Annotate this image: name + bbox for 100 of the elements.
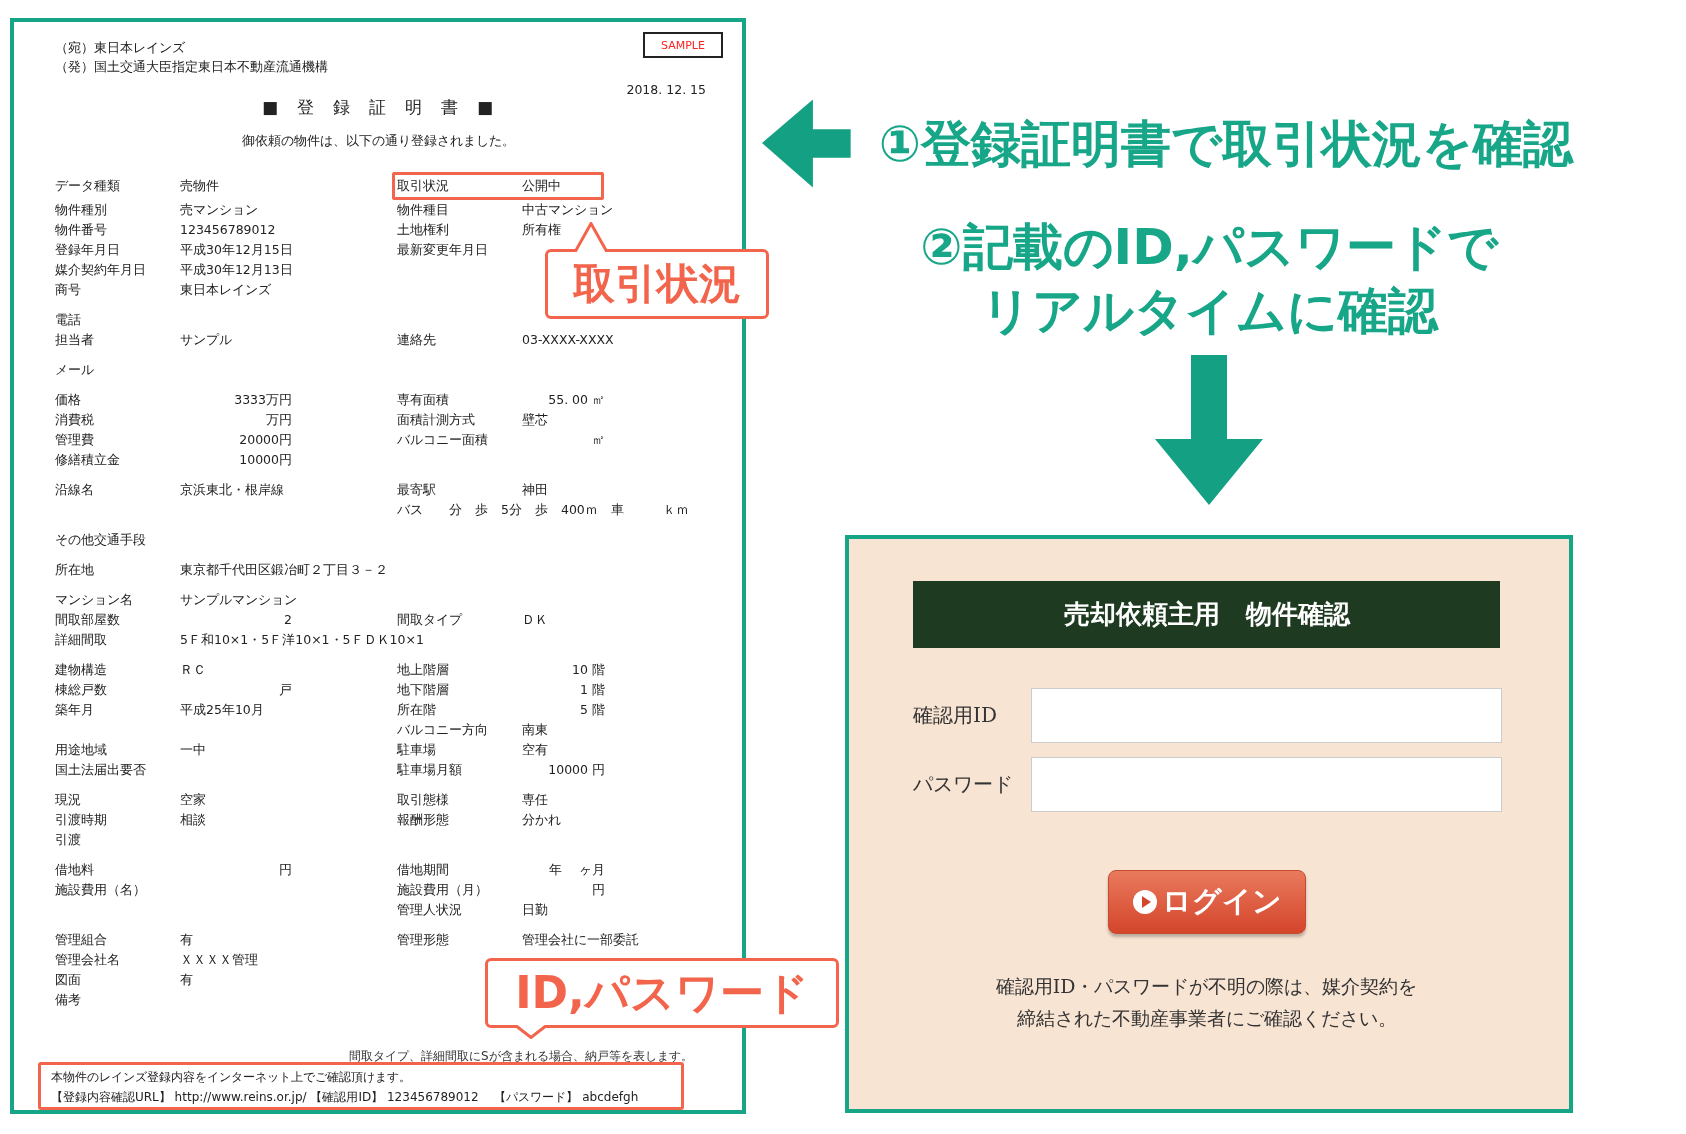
- field-label: 備考: [55, 991, 82, 1009]
- field-label: 棟総戸数: [55, 681, 108, 699]
- field-label: 管理組合: [55, 931, 108, 949]
- field-value: 2: [283, 611, 292, 629]
- field-label: 商号: [55, 281, 82, 299]
- field-label: 電話: [55, 311, 82, 329]
- field-value: ＸＸＸＸ管理: [180, 951, 258, 969]
- field-label: 登録年月日: [55, 241, 121, 259]
- login-info-text: 本物件のレインズ登録内容をインターネット上でご確認頂けます。: [51, 1069, 412, 1086]
- field-label: 施設費用（月）: [397, 881, 489, 899]
- field-value: 123456789012: [180, 221, 276, 239]
- field-label: バルコニー面積: [397, 431, 489, 449]
- field-value: バス 分 歩 5分 歩 400ｍ 車 ｋｍ: [397, 501, 689, 519]
- field-label: 連絡先: [397, 331, 437, 349]
- field-value: 万円: [265, 411, 292, 429]
- field-label: 担当者: [55, 331, 95, 349]
- field-label: 土地権利: [397, 221, 450, 239]
- field-label: 物件種別: [55, 201, 108, 219]
- field-label: 価格: [55, 391, 82, 409]
- help-text: 締結された不動産事業者にご確認ください。: [1016, 1006, 1397, 1031]
- field-value: 5 階: [579, 701, 605, 719]
- field-value: 有: [180, 931, 193, 949]
- play-icon: [1131, 889, 1158, 915]
- field-label: 物件種目: [397, 201, 450, 219]
- field-value: 京浜東北・根岸線: [180, 481, 284, 499]
- field-label: 借地料: [55, 861, 95, 879]
- field-value: 1 階: [579, 681, 605, 699]
- login-button[interactable]: ログイン: [1107, 870, 1306, 934]
- field-label: 建物構造: [55, 661, 108, 679]
- field-value: 55. 00 ㎡: [547, 391, 605, 409]
- field-label: 消費税: [55, 411, 95, 429]
- field-label: 駐車場月額: [397, 761, 463, 779]
- field-value: サンプルマンション: [180, 591, 297, 609]
- field-value: 平成25年10月: [180, 701, 264, 719]
- field-value: 公開中: [522, 177, 561, 195]
- field-label: 国土法届出要否: [55, 761, 147, 779]
- field-label: 地下階層: [397, 681, 450, 699]
- field-label: マンション名: [55, 591, 134, 609]
- sender-text: （発）国土交通大臣指定東日本不動産流通機構: [55, 58, 328, 76]
- field-label: 間取部屋数: [55, 611, 121, 629]
- callout-label: 取引状況: [545, 249, 769, 319]
- field-value: 戸: [278, 681, 292, 699]
- login-info-text: 【登録内容確認URL】 http://www.reins.or.jp/ 【確認用ID】 123456789012 【パスワード】 abcdefgh: [51, 1089, 640, 1106]
- field-label: 管理会社名: [55, 951, 121, 969]
- field-value: 南東: [522, 721, 548, 739]
- field-label: バルコニー方向: [397, 721, 489, 739]
- field-value: 所有権: [522, 221, 561, 239]
- field-value: 空家: [180, 791, 206, 809]
- field-value: 売物件: [180, 177, 219, 195]
- field-value: 売マンション: [180, 201, 258, 219]
- field-value: ㎡: [591, 431, 605, 449]
- field-label: 管理人状況: [397, 901, 463, 919]
- field-value: 管理会社に一部委託: [522, 931, 639, 949]
- field-label: 引渡: [55, 831, 82, 849]
- field-value: ＲＣ: [180, 661, 206, 679]
- field-label: 現況: [55, 791, 82, 809]
- field-value: 平成30年12月13日: [180, 261, 293, 279]
- step-heading: ①登録証明書で取引状況を確認: [878, 113, 1573, 174]
- callout-pointer: [515, 1025, 547, 1039]
- field-label: 管理費: [55, 431, 95, 449]
- field-label: パスワード: [913, 771, 1014, 798]
- field-label: 図面: [55, 971, 82, 989]
- footnote-text: 間取タイプ、詳細間取にSが含まれる場合、納戸等を表します。: [349, 1049, 693, 1063]
- help-text: 確認用ID・パスワードが不明の際は、媒介契約を: [995, 974, 1418, 999]
- field-label: 借地期間: [397, 861, 450, 879]
- step-heading: ②記載のID,パスワードで: [920, 217, 1498, 278]
- addressee-text: （宛）東日本レインズ: [55, 39, 185, 57]
- field-label: 施設費用（名）: [55, 881, 147, 899]
- field-label: 報酬形態: [397, 811, 450, 829]
- field-value: 3333万円: [233, 391, 292, 409]
- field-value: 5Ｆ和10×1・5Ｆ洋10×1・5ＦＤＫ10×1: [180, 631, 424, 649]
- field-label: 修繕積立金: [55, 451, 121, 469]
- callout-label: ID,パスワード: [485, 958, 839, 1028]
- callout-pointer: [575, 222, 607, 252]
- field-value: 東日本レインズ: [180, 281, 271, 299]
- down-arrow-icon: [1155, 355, 1263, 505]
- field-label: 最新変更年月日: [397, 241, 489, 259]
- field-value: 相談: [180, 811, 206, 829]
- field-label: 確認用ID: [913, 702, 998, 729]
- field-value: 10000 円: [547, 761, 605, 779]
- field-label: 地上階層: [397, 661, 450, 679]
- field-label: 間取タイプ: [397, 611, 464, 629]
- field-label: その他交通手段: [55, 531, 147, 549]
- field-value: 日勤: [522, 901, 548, 919]
- input-field[interactable]: [1031, 688, 1502, 743]
- field-value: 有: [180, 971, 193, 989]
- issue-date: 2018. 12. 15: [626, 82, 706, 97]
- field-value: 10000円: [238, 451, 292, 469]
- field-label: 取引状況: [397, 177, 450, 195]
- field-value: 10 階: [571, 661, 605, 679]
- field-label: 専有面積: [397, 391, 450, 409]
- field-label: 所在階: [397, 701, 437, 719]
- field-label: 取引態様: [397, 791, 450, 809]
- field-value: 円: [278, 861, 292, 879]
- field-label: 用途地域: [55, 741, 108, 759]
- input-field[interactable]: [1031, 757, 1502, 812]
- field-value: ＤＫ: [522, 611, 548, 629]
- field-label: データ種類: [55, 177, 121, 195]
- field-value: 円: [591, 881, 605, 899]
- field-label: 築年月: [55, 701, 95, 719]
